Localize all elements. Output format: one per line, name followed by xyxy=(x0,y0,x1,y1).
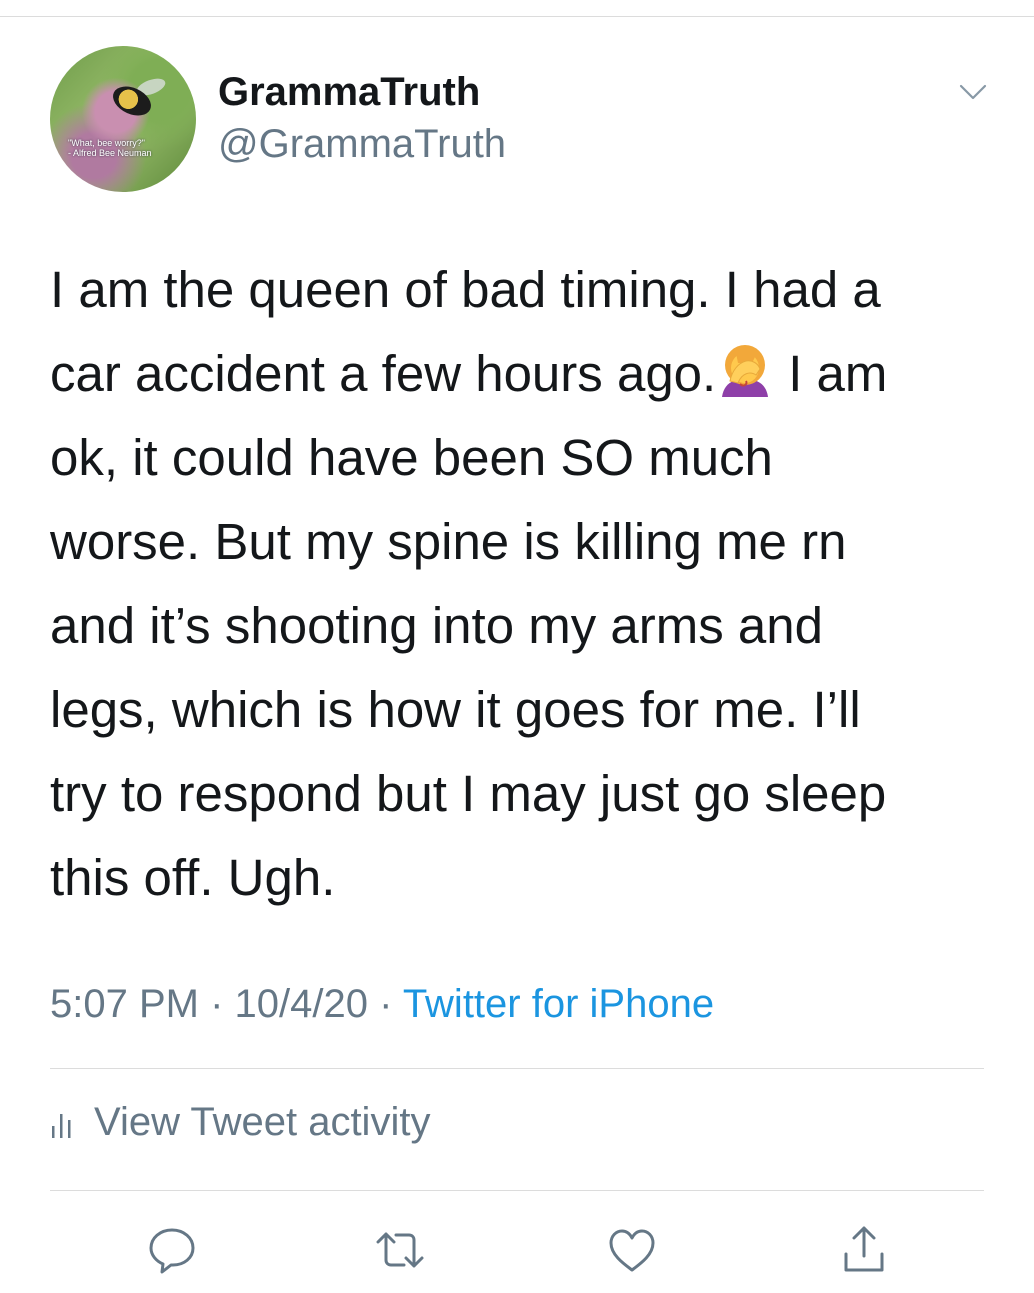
retweet-icon[interactable] xyxy=(374,1224,426,1276)
avatar-caption-line1: "What, bee worry?" xyxy=(68,138,145,148)
tweet-line-part: car accident a few hours ago. xyxy=(50,345,717,402)
divider xyxy=(50,1068,984,1069)
tweet-line: I am the queen of bad timing. I had a xyxy=(50,261,881,318)
reply-icon[interactable] xyxy=(146,1224,198,1276)
chevron-down-icon[interactable] xyxy=(958,82,988,102)
avatar[interactable]: "What, bee worry?" - Alfred Bee Neuman xyxy=(50,46,196,192)
tweet-date: 10/4/20 xyxy=(234,982,368,1026)
tweet-line: this off. Ugh. xyxy=(50,849,336,906)
author-handle[interactable]: @GrammaTruth xyxy=(218,122,506,167)
tweet-text: I am the queen of bad timing. I had a ca… xyxy=(50,248,1000,920)
top-divider xyxy=(0,16,1034,17)
tweet-line-with-emoji: car accident a few hours ago. I am xyxy=(50,332,1000,416)
avatar-caption: "What, bee worry?" - Alfred Bee Neuman xyxy=(68,138,152,158)
tweet-time: 5:07 PM xyxy=(50,982,199,1026)
meta-separator: · xyxy=(367,982,403,1026)
divider xyxy=(50,1190,984,1191)
face-palm-woman-icon xyxy=(722,345,769,397)
tweet-line: legs, which is how it goes for me. I’ll xyxy=(50,681,861,738)
tweet-line: ok, it could have been SO much xyxy=(50,429,773,486)
view-tweet-activity-button[interactable]: View Tweet activity xyxy=(50,1100,430,1145)
tweet-line: and it’s shooting into my arms and xyxy=(50,597,823,654)
like-icon[interactable] xyxy=(606,1224,658,1276)
tweet-source-link[interactable]: Twitter for iPhone xyxy=(403,982,714,1026)
view-tweet-activity-label: View Tweet activity xyxy=(94,1100,431,1144)
meta-separator: · xyxy=(198,982,235,1026)
author-display-name[interactable]: GrammaTruth xyxy=(218,70,480,115)
share-icon[interactable] xyxy=(838,1224,890,1276)
tweet-meta: 5:07 PM · 10/4/20 · Twitter for iPhone xyxy=(50,982,714,1027)
tweet-line: try to respond but I may just go sleep xyxy=(50,765,887,822)
tweet-line: worse. But my spine is killing me rn xyxy=(50,513,847,570)
tweet-line-part: I am xyxy=(788,345,888,402)
avatar-caption-line2: - Alfred Bee Neuman xyxy=(68,148,152,158)
bar-chart-icon xyxy=(52,1113,71,1138)
